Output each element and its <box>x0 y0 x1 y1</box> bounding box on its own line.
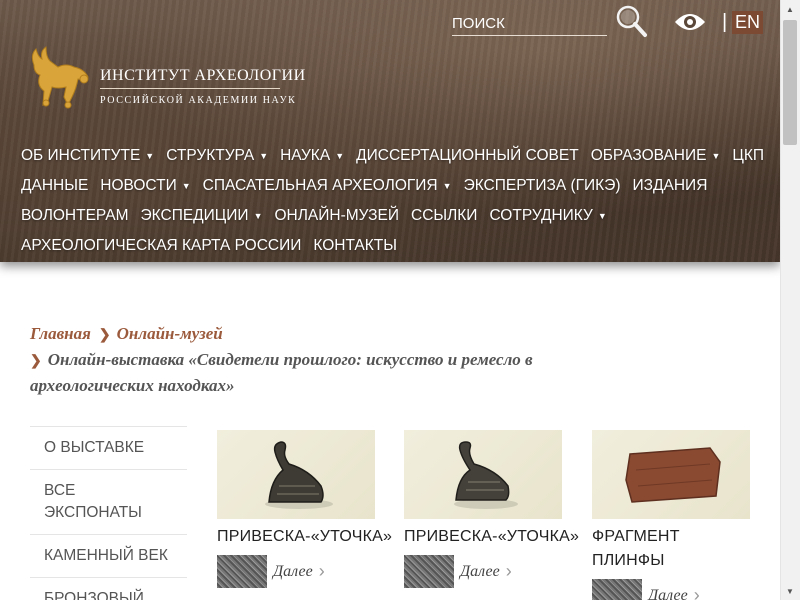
caret-down-icon: ▼ <box>181 180 191 191</box>
breadcrumb-home[interactable]: Главная <box>30 324 91 343</box>
caret-down-icon: ▼ <box>259 150 269 161</box>
nav-item-education[interactable]: ОБРАЗОВАНИЕ ▼ <box>591 147 721 165</box>
caret-down-icon: ▼ <box>145 150 155 161</box>
exhibit-image[interactable] <box>217 430 375 519</box>
more-thumbnail <box>404 555 454 588</box>
more-link[interactable]: Далее › <box>592 579 750 600</box>
nav-row: ВОЛОНТЕРАМ ЭКСПЕДИЦИИ ▼ ОНЛАЙН-МУЗЕЙ ССЫЛ… <box>21 201 776 231</box>
nav-row: ОБ ИНСТИТУТЕ ▼ СТРУКТУРА ▼ НАУКА ▼ ДИССЕРТА… <box>21 141 776 171</box>
scroll-thumb[interactable] <box>783 20 797 145</box>
breadcrumb-current: Онлайн-выставка «Свидетели прошлого: иск… <box>30 350 533 395</box>
caret-down-icon: ▼ <box>253 210 263 221</box>
scroll-up-arrow-icon[interactable]: ▲ <box>780 0 800 18</box>
search-icon[interactable] <box>614 4 648 38</box>
main-nav: ОБ ИНСТИТУТЕ ▼ СТРУКТУРА ▼ НАУКА ▼ ДИССЕРТА… <box>21 141 776 261</box>
search-field[interactable] <box>452 12 607 36</box>
more-thumbnail <box>217 555 267 588</box>
caret-down-icon: ▼ <box>597 210 607 221</box>
more-label: Далее <box>273 562 313 580</box>
chevron-right-icon: › <box>318 561 325 581</box>
more-link[interactable]: Далее › <box>404 555 562 588</box>
more-link[interactable]: Далее › <box>217 555 375 588</box>
nav-item-rescue-archaeology[interactable]: СПАСАТЕЛЬНАЯ АРХЕОЛОГИЯ ▼ <box>203 177 452 195</box>
chevron-right-icon: › <box>693 585 700 600</box>
exhibit-image[interactable] <box>404 430 562 519</box>
nav-item-dissertation-council[interactable]: ДИССЕРТАЦИОННЫЙ СОВЕТ <box>356 147 579 165</box>
scroll-down-arrow-icon[interactable]: ▼ <box>780 582 800 600</box>
exhibit-title[interactable]: ПРИВЕСКА-«УТОЧКА» <box>404 525 579 549</box>
exhibit-title[interactable]: ПРИВЕСКА-«УТОЧКА» <box>217 525 392 549</box>
caret-down-icon: ▼ <box>335 150 345 161</box>
nav-row: АРХЕОЛОГИЧЕСКАЯ КАРТА РОССИИ КОНТАКТЫ <box>21 231 776 261</box>
exhibit-card[interactable]: ФРАГМЕНТ ПЛИНФЫ Далее › <box>592 430 750 600</box>
plinth-fragment-image <box>625 447 721 503</box>
nav-item-structure[interactable]: СТРУКТУРА ▼ <box>166 147 268 165</box>
nav-item-about[interactable]: ОБ ИНСТИТУТЕ ▼ <box>21 147 154 165</box>
breadcrumb: Главная ❯ Онлайн-музей ❯ Онлайн-выставка «С… <box>30 322 650 398</box>
more-label: Далее <box>648 586 688 600</box>
page-scrollbar[interactable]: ▲ ▼ <box>780 0 800 600</box>
more-thumbnail <box>592 579 642 600</box>
nav-item-staff[interactable]: СОТРУДНИКУ ▼ <box>489 207 606 225</box>
site-header: | EN ИНСТИТУТ АРХЕОЛОГИИ РОССИЙСКОЙ АКАД… <box>0 0 780 262</box>
nav-item-science[interactable]: НАУКА ▼ <box>280 147 344 165</box>
nav-item-data[interactable]: ДАННЫЕ <box>21 177 88 195</box>
lang-separator: | <box>722 11 728 33</box>
search-input[interactable] <box>452 12 607 34</box>
language-switch-en[interactable]: EN <box>732 11 764 34</box>
exhibition-sidebar: О выставке Все экспонаты Каменный век Бр… <box>30 426 187 600</box>
nav-item-online-museum[interactable]: ОНЛАЙН-МУЗЕЙ <box>274 207 399 225</box>
eye-icon[interactable] <box>673 10 707 34</box>
logo-deer-icon[interactable] <box>26 45 96 110</box>
caret-down-icon: ▼ <box>711 150 721 161</box>
exhibit-card[interactable]: ПРИВЕСКА-«УТОЧКА» Далее › <box>404 430 579 588</box>
sidebar-item-all-exhibits[interactable]: Все экспонаты <box>30 470 187 535</box>
breadcrumb-online-museum[interactable]: Онлайн-музей <box>117 324 223 343</box>
exhibit-title[interactable]: ФРАГМЕНТ ПЛИНФЫ <box>592 525 750 573</box>
nav-item-expeditions[interactable]: ЭКСПЕДИЦИИ ▼ <box>141 207 263 225</box>
more-label: Далее <box>460 562 500 580</box>
sidebar-item-stone-age[interactable]: Каменный век <box>30 535 187 578</box>
chevron-right-icon: › <box>505 561 512 581</box>
sidebar-item-about[interactable]: О выставке <box>30 427 187 470</box>
nav-item-expertise[interactable]: ЭКСПЕРТИЗА (ГИКЭ) <box>464 177 621 195</box>
caret-down-icon: ▼ <box>442 180 452 191</box>
chevron-right-icon: ❯ <box>30 354 42 369</box>
duck-pendant-image <box>454 441 518 509</box>
exhibit-card[interactable]: ПРИВЕСКА-«УТОЧКА» Далее › <box>217 430 392 588</box>
logo-subtitle: РОССИЙСКОЙ АКАДЕМИИ НАУК <box>100 95 297 106</box>
nav-item-publications[interactable]: ИЗДАНИЯ <box>633 177 708 195</box>
exhibit-image[interactable] <box>592 430 750 519</box>
nav-item-contacts[interactable]: КОНТАКТЫ <box>313 237 397 255</box>
nav-item-ckp[interactable]: ЦКП <box>732 147 764 165</box>
logo-title: ИНСТИТУТ АРХЕОЛОГИИ <box>100 67 306 84</box>
sidebar-item-bronze[interactable]: Бронзовый <box>30 578 187 600</box>
logo-divider <box>100 88 280 89</box>
nav-item-links[interactable]: ССЫЛКИ <box>411 207 477 225</box>
nav-item-volunteers[interactable]: ВОЛОНТЕРАМ <box>21 207 129 225</box>
chevron-right-icon: ❯ <box>98 328 111 343</box>
nav-item-news[interactable]: НОВОСТИ ▼ <box>100 177 190 195</box>
duck-pendant-image <box>265 441 333 509</box>
nav-row: ДАННЫЕ НОВОСТИ ▼ СПАСАТЕЛЬНАЯ АРХЕОЛОГИЯ ▼… <box>21 171 776 201</box>
nav-item-archaeological-map[interactable]: АРХЕОЛОГИЧЕСКАЯ КАРТА РОССИИ <box>21 237 301 255</box>
